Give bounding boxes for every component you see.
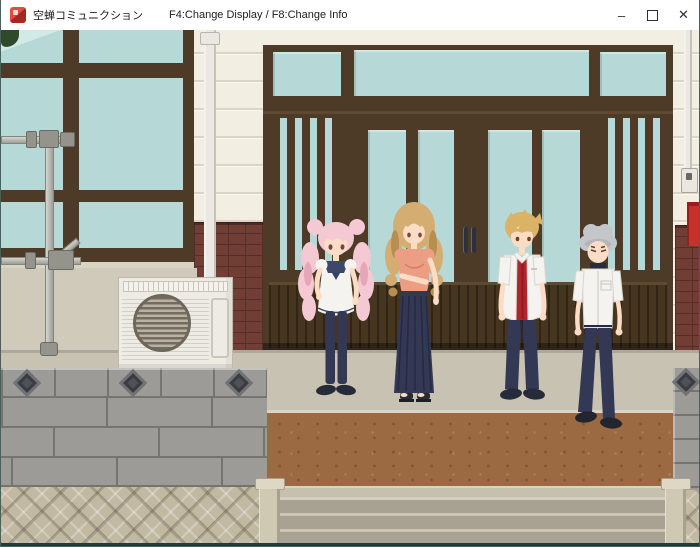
pipe-clamp [26, 131, 37, 148]
pipe-elbow-joint [39, 130, 59, 148]
app-icon [10, 7, 26, 23]
titlebar-info-text: F4:Change Display / F8:Change Info [169, 9, 348, 21]
minimize-icon: – [618, 8, 625, 23]
character-pink-twintail-girl[interactable] [295, 214, 377, 398]
building-window [1, 30, 194, 268]
cinder-block-wall [1, 368, 267, 487]
diamond-motif [672, 368, 699, 396]
hand [433, 297, 439, 305]
fist [616, 329, 623, 336]
ac-fan-grille [133, 294, 191, 352]
red-fixture-box [687, 202, 699, 246]
close-button[interactable]: ✕ [668, 0, 699, 30]
face [588, 241, 609, 263]
titlebar: 空蝉コミュニクション F4:Change Display / F8:Change… [1, 0, 699, 30]
ac-side-panel [211, 298, 229, 358]
close-icon: ✕ [678, 7, 689, 23]
step-tread [279, 516, 667, 529]
neck [519, 248, 525, 255]
step-edge [279, 486, 667, 497]
entrance-steps [279, 486, 667, 546]
ac-top-grille [123, 281, 228, 292]
character-blonde-man[interactable] [487, 209, 557, 401]
stocking [326, 311, 336, 384]
transom-pane-left [273, 52, 341, 96]
downpipe-bracket [200, 32, 220, 45]
shoe [315, 384, 336, 397]
shoe [499, 387, 522, 401]
block-course [1, 458, 267, 487]
doorbell-intercom[interactable] [681, 168, 698, 193]
chest-pocket [601, 281, 611, 290]
pipe-junction-fitting [48, 250, 74, 270]
step-tread [279, 500, 667, 513]
neck [333, 255, 339, 262]
patterned-paving-left [1, 487, 267, 546]
diamond-motif [13, 369, 41, 397]
block-column-right [673, 368, 699, 490]
game-viewport[interactable] [1, 30, 699, 546]
pipe-bottom-elbow [40, 342, 58, 356]
pipe-clamp-2 [25, 252, 36, 269]
window-frame-right [183, 30, 194, 268]
app-window: 空蝉コミュニクション F4:Change Display / F8:Change… [0, 0, 700, 547]
block-course [1, 398, 267, 428]
pipe-end-cap [60, 132, 75, 147]
shoe [574, 410, 597, 424]
shoe [335, 384, 356, 397]
shoe [599, 416, 622, 429]
stocking [338, 311, 348, 384]
shoe [522, 387, 545, 401]
scene-bottom-edge [1, 543, 699, 546]
inseam [521, 320, 522, 339]
window-controls: – ✕ [606, 0, 699, 30]
pants [578, 328, 615, 418]
scaffold-pipe-vertical [45, 138, 54, 356]
downpipe-right [684, 30, 692, 170]
maximize-button[interactable] [637, 0, 668, 30]
hand [540, 314, 547, 321]
transom-pane-center [354, 50, 589, 96]
sandals [399, 393, 431, 402]
diamond-motif [119, 369, 147, 397]
door-handle-right[interactable] [471, 227, 476, 253]
railing-post-left [259, 489, 280, 546]
window-mullion-horizontal [1, 63, 194, 78]
fist [575, 329, 582, 336]
hand [316, 294, 322, 300]
neck [411, 243, 417, 250]
door-beam-highlight [263, 111, 673, 114]
downpipe-left [204, 30, 216, 277]
window-title: 空蝉コミュニクション [33, 7, 143, 23]
diamond-motif [225, 369, 253, 397]
air-conditioner-unit [118, 277, 233, 369]
sleeve [395, 249, 408, 262]
character-blonde-woman[interactable] [375, 196, 455, 404]
window-mullion-horizontal-2 [1, 190, 194, 202]
railing-post-right [665, 489, 686, 546]
transom-pane-right [600, 52, 666, 96]
door-handle-left[interactable] [463, 227, 468, 253]
diamond-block-row [1, 368, 267, 398]
maximize-icon [647, 10, 658, 21]
minimize-button[interactable]: – [606, 0, 637, 30]
character-grey-haired[interactable] [562, 224, 634, 430]
hand [352, 299, 358, 305]
hand [499, 314, 506, 321]
block-course [1, 428, 267, 458]
